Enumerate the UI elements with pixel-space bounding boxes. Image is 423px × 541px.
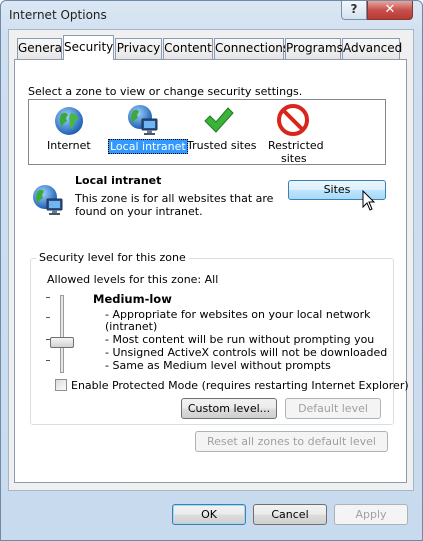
security-level-group-title: Security level for this zone xyxy=(36,251,189,264)
zone-description-line2: found on your intranet. xyxy=(75,205,203,218)
level-description-line: (intranet) xyxy=(105,320,158,333)
zone-name: Local intranet xyxy=(75,174,162,187)
zone-restricted-label-line2: sites xyxy=(281,152,307,165)
tab-general[interactable]: General xyxy=(17,38,65,59)
slider-track xyxy=(60,295,64,373)
zone-local-intranet-label: Local intranet xyxy=(108,139,188,154)
default-level-button[interactable]: Default level xyxy=(285,398,381,419)
level-description-line: - Unsigned ActiveX controls will not be … xyxy=(105,346,388,359)
tab-connections[interactable]: Connections xyxy=(214,38,289,59)
zone-trusted-sites-label: Trusted sites xyxy=(187,139,257,152)
security-level-name: Medium-low xyxy=(93,292,172,306)
tab-programs[interactable]: Programs xyxy=(285,38,343,59)
window-title: Internet Options xyxy=(9,8,107,22)
zone-internet-label: Internet xyxy=(47,139,91,152)
intranet-globe-icon xyxy=(33,185,63,215)
tab-privacy[interactable]: Privacy xyxy=(115,38,162,59)
help-button[interactable]: ? xyxy=(341,1,367,20)
slider-tick xyxy=(46,317,50,318)
cancel-button[interactable]: Cancel xyxy=(253,504,327,525)
title-bar[interactable]: Internet Options ? ✕ xyxy=(1,1,422,31)
no-entry-icon xyxy=(277,104,309,136)
level-description-line: - Most content will be run without promp… xyxy=(105,333,375,346)
tab-content[interactable]: Content xyxy=(163,38,213,59)
slider-tick xyxy=(46,360,50,361)
checkmark-icon xyxy=(204,107,234,133)
custom-level-button[interactable]: Custom level... xyxy=(181,398,277,419)
tab-security[interactable]: Security xyxy=(63,35,114,60)
tab-advanced[interactable]: Advanced xyxy=(342,38,402,59)
slider-tick xyxy=(46,297,50,298)
intranet-globe-icon xyxy=(128,105,158,135)
level-description-line: - Same as Medium level without prompts xyxy=(105,359,331,372)
slider-thumb[interactable] xyxy=(50,337,74,348)
apply-button[interactable]: Apply xyxy=(334,504,408,525)
close-button[interactable]: ✕ xyxy=(367,1,413,20)
ok-button[interactable]: OK xyxy=(172,504,246,525)
zone-instruction: Select a zone to view or change security… xyxy=(28,85,303,98)
zone-restricted-label-line1: Restricted xyxy=(268,139,324,152)
reset-all-zones-button[interactable]: Reset all zones to default level xyxy=(195,431,388,452)
mouse-cursor-icon xyxy=(362,190,376,211)
zone-description-line1: This zone is for all websites that are xyxy=(75,192,274,205)
globe-icon xyxy=(55,107,83,135)
protected-mode-label[interactable]: Enable Protected Mode (requires restarti… xyxy=(71,379,409,392)
protected-mode-checkbox[interactable] xyxy=(55,379,67,391)
allowed-levels-label: Allowed levels for this zone: All xyxy=(47,273,219,286)
